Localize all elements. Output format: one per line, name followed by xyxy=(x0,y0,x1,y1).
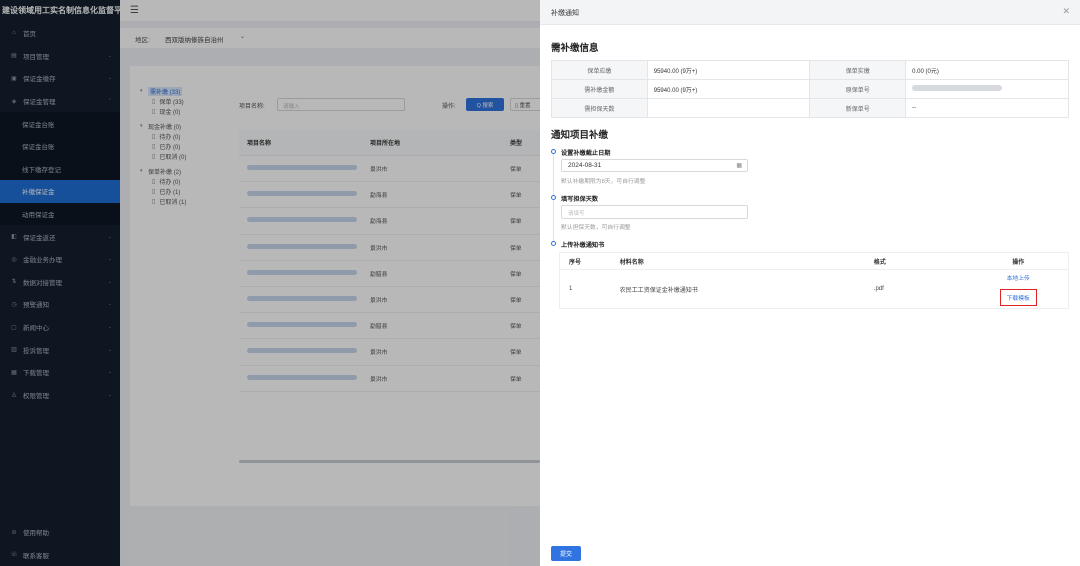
notice-drawer: 补缴通知 ✕ 需补缴信息 保单应缴 95940.00 (9万+) 保单实缴 0.00 … xyxy=(540,0,1080,566)
info-key: 原保单号 xyxy=(809,79,907,99)
guarantee-days-input[interactable]: 请填写 xyxy=(561,205,748,219)
material-format: .pdf xyxy=(873,286,884,292)
info-row: 需补缴金额 95940.00 (9万+) 原保单号 xyxy=(551,79,1069,99)
step-dot xyxy=(551,241,556,246)
deadline-date-input[interactable]: 2024-08-31 ▦ xyxy=(561,159,748,172)
step-dot xyxy=(551,195,556,200)
info-row: 保单应缴 95940.00 (9万+) 保单实缴 0.00 (0元) xyxy=(551,60,1069,80)
info-value: -- xyxy=(905,98,1069,118)
col-material-name: 材料名称 xyxy=(619,259,644,266)
step-guarantee-title: 填写担保天数 xyxy=(561,196,599,203)
info-value: 0.00 (0元) xyxy=(905,60,1069,80)
drawer-title: 补缴通知 xyxy=(551,10,579,17)
info-key: 新保单号 xyxy=(809,98,907,118)
table-row: 1 农民工工资保证金补缴通知书 .pdf 本地上传 下载模板 xyxy=(560,270,1068,308)
materials-header: 序号 材料名称 格式 操作 xyxy=(560,253,1068,270)
info-key: 保单应缴 xyxy=(551,60,648,80)
drawer-header: 补缴通知 ✕ xyxy=(540,0,1080,25)
info-value xyxy=(905,79,1069,99)
notify-section-title: 通知项目补缴 xyxy=(551,130,609,141)
material-no: 1 xyxy=(569,286,573,292)
info-value: 95940.00 (9万+) xyxy=(646,79,811,99)
material-ops: 本地上传 下载模板 xyxy=(968,273,1068,306)
info-key: 需补缴金额 xyxy=(551,79,648,99)
close-icon[interactable]: ✕ xyxy=(1062,6,1070,17)
step-deadline-title: 设置补缴截止日期 xyxy=(561,150,611,157)
redacted-policy-number xyxy=(912,85,1003,91)
info-key: 需担保天数 xyxy=(551,98,648,118)
calendar-icon[interactable]: ▦ xyxy=(736,162,742,169)
info-value xyxy=(646,98,811,118)
modal-overlay[interactable] xyxy=(0,0,540,566)
step-dot xyxy=(551,149,556,154)
col-format: 格式 xyxy=(873,259,886,266)
info-row: 需担保天数 新保单号 -- xyxy=(551,98,1069,118)
info-key: 保单实缴 xyxy=(809,60,907,80)
local-upload-link[interactable]: 本地上传 xyxy=(1007,273,1030,282)
download-template-link[interactable]: 下载模板 xyxy=(999,288,1037,306)
material-name: 农民工工资保证金补缴通知书 xyxy=(619,287,698,294)
info-table: 保单应缴 95940.00 (9万+) 保单实缴 0.00 (0元) 需补缴金额 9594… xyxy=(551,60,1069,118)
submit-button[interactable]: 提交 xyxy=(551,546,581,561)
deadline-date-value: 2024-08-31 xyxy=(568,162,602,169)
step-upload-title: 上传补缴通知书 xyxy=(561,242,605,249)
col-no: 序号 xyxy=(569,259,582,266)
guarantee-hint: 默认担保天数，可自行调整 xyxy=(561,225,631,231)
deadline-hint: 默认补缴期限为8天，可自行调整 xyxy=(561,179,646,185)
info-value: 95940.00 (9万+) xyxy=(646,60,811,80)
materials-table: 序号 材料名称 格式 操作 1 农民工工资保证金补缴通知书 .pdf 本地上传 … xyxy=(559,252,1069,309)
col-operations: 操作 xyxy=(1012,259,1025,266)
info-section-title: 需补缴信息 xyxy=(551,43,599,54)
